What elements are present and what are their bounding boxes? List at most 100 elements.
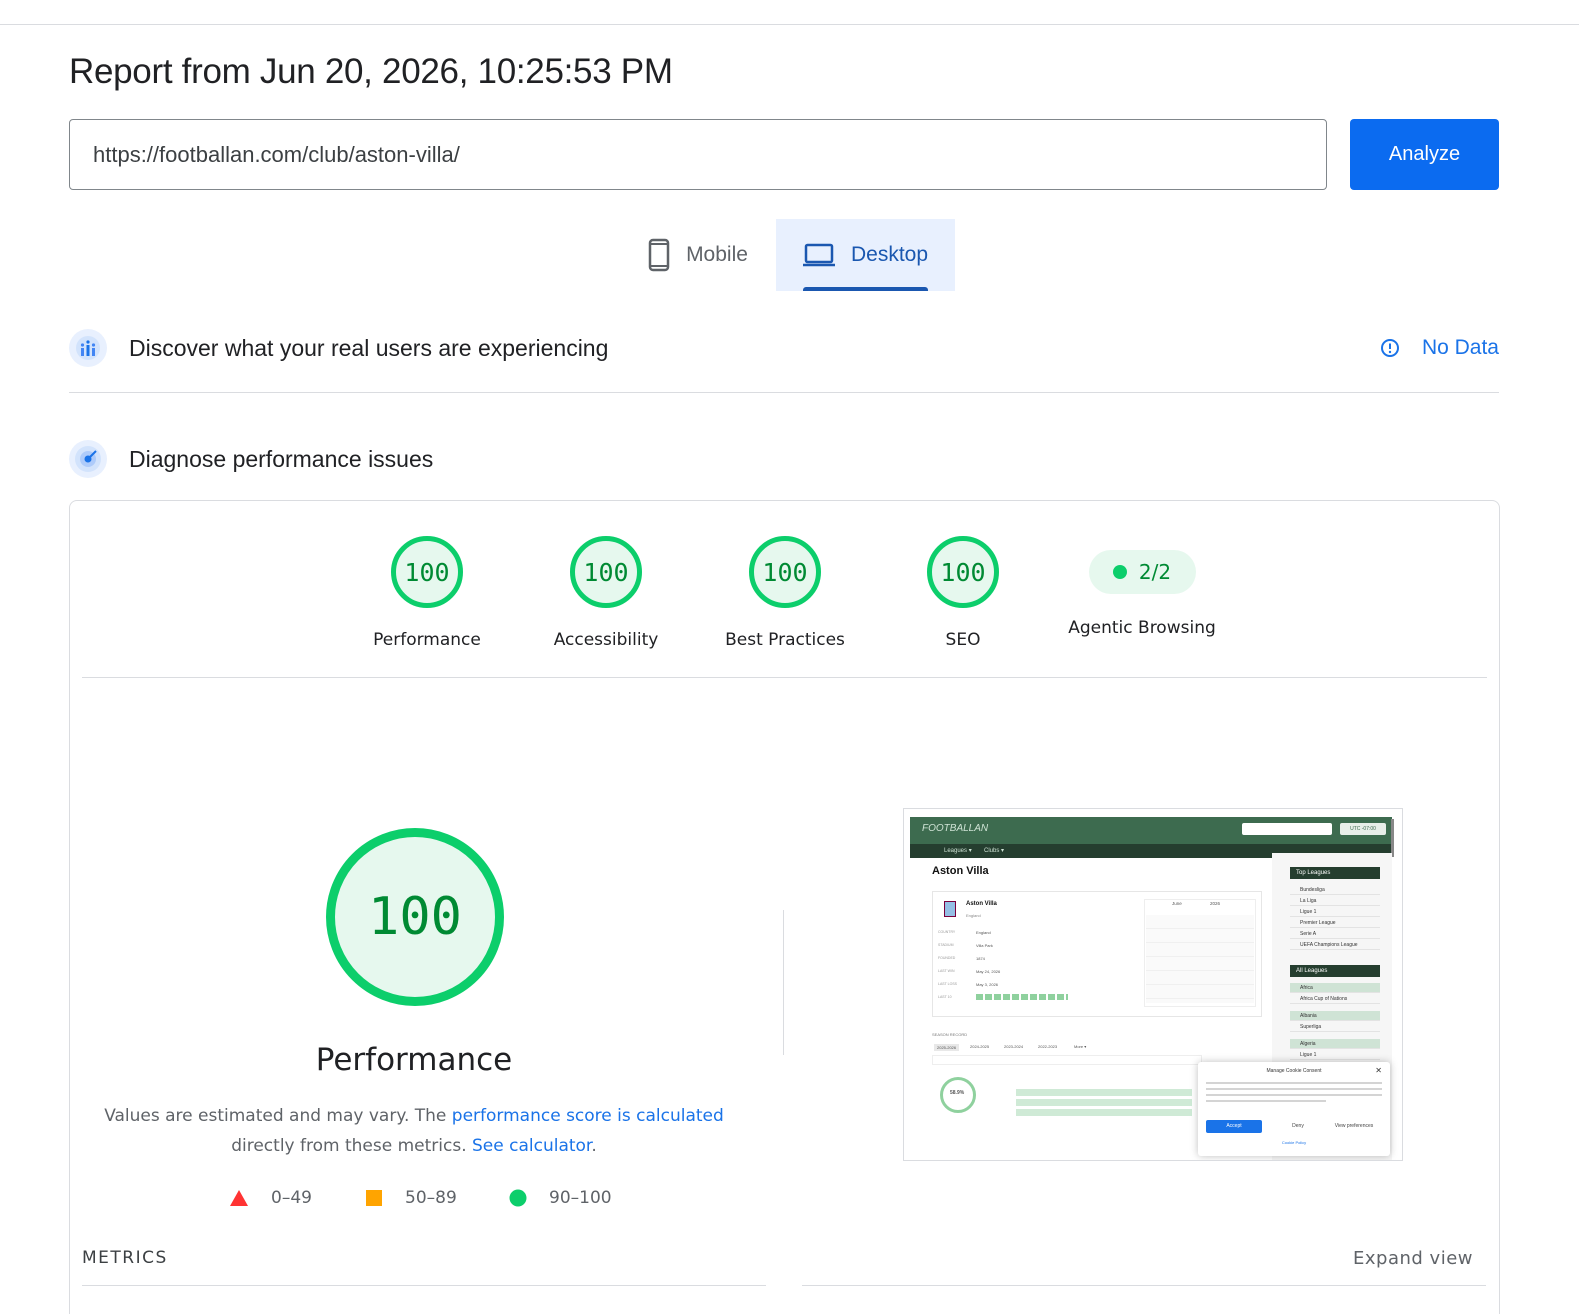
thumb-season-record: SEASON RECORD <box>932 1032 968 1037</box>
thumb-info-value: May 24, 2026 <box>976 969 1001 974</box>
agentic-pill: 2/2 <box>1088 550 1196 594</box>
legend-average: 50–89 <box>365 1188 457 1208</box>
score-gauge-seo[interactable]: 100 SEO <box>873 536 1053 650</box>
thumb-sidebar-item: Algeria <box>1290 1039 1380 1049</box>
thumb-search <box>1242 823 1332 835</box>
diagnose-section: Diagnose performance issues <box>69 439 1499 479</box>
score-value: 100 <box>570 536 642 608</box>
explain-period: . <box>591 1136 597 1156</box>
thumb-sidebar-item: Bundesliga <box>1290 885 1380 895</box>
thumb-form-strip <box>976 994 1068 1000</box>
thumb-cookie-prefs: View preferences <box>1334 1123 1374 1129</box>
thumb-win-pct: 58.9% <box>950 1090 965 1096</box>
legend-range: 90–100 <box>549 1188 612 1208</box>
legend-range: 0–49 <box>271 1188 312 1208</box>
score-label: SEO <box>945 630 981 650</box>
thumb-record-bars <box>1016 1089 1192 1117</box>
triangle-icon <box>230 1190 248 1206</box>
analyze-button[interactable]: Analyze <box>1350 119 1499 190</box>
metrics-heading: METRICS <box>82 1248 168 1268</box>
thumb-cal-month: June <box>1172 901 1182 906</box>
see-calculator-link[interactable]: See calculator <box>472 1136 591 1156</box>
scores-divider <box>82 677 1487 678</box>
top-divider <box>0 24 1579 25</box>
explain-text-2: directly from these metrics. <box>231 1136 472 1156</box>
thumb-sidebar-item: Premier League <box>1290 918 1380 928</box>
thumb-club-crest <box>944 901 956 917</box>
legend-range: 50–89 <box>405 1188 457 1208</box>
thumb-sidebar-item: Africa <box>1290 983 1380 993</box>
thumb-cookie-text-line <box>1206 1094 1382 1096</box>
score-gauge-agentic-browsing[interactable]: 2/2 Agentic Browsing <box>1052 536 1232 638</box>
thumb-info-label: LAST LOSS <box>938 982 958 986</box>
no-data-status[interactable]: No Data <box>1380 336 1499 360</box>
tab-desktop[interactable]: Desktop <box>776 219 955 291</box>
final-screenshot[interactable]: FOOTBALLAN UTC -07:00 Leagues ▾ Clubs ▾ … <box>903 808 1403 1161</box>
thumb-info-value: May 3, 2026 <box>976 982 999 987</box>
thumb-header: FOOTBALLAN UTC -07:00 <box>910 817 1392 844</box>
phone-icon <box>648 238 670 272</box>
thumb-cookie-dialog: Manage Cookie Consent ✕ Accept Deny View… <box>1198 1062 1390 1156</box>
thumb-club-country: England <box>966 913 981 918</box>
thumb-info-label: LAST WIN <box>938 969 955 973</box>
performance-explanation: Values are estimated and may vary. The p… <box>104 1101 724 1161</box>
explain-text: Values are estimated and may vary. The <box>104 1106 452 1126</box>
thumb-cookie-text-line <box>1206 1100 1326 1102</box>
score-value: 100 <box>927 536 999 608</box>
report-title: Report from Jun 20, 2026, 10:25:53 PM <box>69 52 673 91</box>
thumb-sidebar-item: Serie A <box>1290 929 1380 939</box>
thumb-info-label: FOUNDED <box>938 956 956 960</box>
score-label: Performance <box>373 630 481 650</box>
thumb-season-tab: More ▾ <box>1074 1044 1087 1049</box>
score-label: Accessibility <box>553 630 659 650</box>
thumb-logo: FOOTBALLAN <box>922 823 989 834</box>
tab-mobile[interactable]: Mobile <box>620 219 776 291</box>
metrics-divider <box>82 1285 766 1286</box>
legend-fail: 0–49 <box>229 1188 312 1208</box>
thumb-cal-grid <box>1146 915 1254 1003</box>
thumb-info-value: England <box>976 930 991 935</box>
no-data-label: No Data <box>1421 336 1499 359</box>
thumb-nav-item: Leagues ▾ <box>944 848 972 854</box>
square-icon <box>366 1190 382 1206</box>
info-icon <box>1380 339 1399 357</box>
thumb-nav-item: Clubs ▾ <box>984 848 1005 854</box>
expand-view-button[interactable]: Expand view <box>1353 1248 1473 1269</box>
thumb-sidebar-item: Albania <box>1290 1011 1380 1021</box>
thumb-page-title: Aston Villa <box>932 865 989 877</box>
score-value: 100 <box>749 536 821 608</box>
tab-desktop-label: Desktop <box>850 243 929 266</box>
crux-title: Discover what your real users are experi… <box>129 334 609 361</box>
thumb-info-value: Villa Park <box>976 943 993 948</box>
thumb-sidebar-item: Superliga <box>1290 1022 1380 1032</box>
thumb-comp-tabs <box>932 1055 1202 1065</box>
score-value: 100 <box>391 536 463 608</box>
thumb-scrollbar <box>1391 819 1394 857</box>
url-input[interactable] <box>69 119 1327 190</box>
score-gauge-accessibility[interactable]: 100 Accessibility <box>516 536 696 650</box>
thumb-info-value: 1874 <box>976 956 985 961</box>
tab-mobile-label: Mobile <box>686 243 748 266</box>
thumb-season-tab: 2022-2023 <box>1038 1044 1058 1049</box>
tab-selected-indicator <box>803 287 928 291</box>
close-icon: ✕ <box>1375 1066 1382 1075</box>
thumb-sidebar-heading: All Leagues <box>1290 965 1380 977</box>
performance-big-gauge: 100 <box>326 828 504 1006</box>
thumb-cookie-deny: Deny <box>1292 1123 1304 1129</box>
section-divider <box>69 392 1499 393</box>
radar-icon <box>69 440 107 478</box>
agentic-value: 2/2 <box>1138 560 1172 584</box>
thumb-cookie-text-line <box>1206 1088 1382 1090</box>
score-calculated-link[interactable]: performance score is calculated <box>452 1106 724 1126</box>
circle-icon <box>509 1189 527 1207</box>
thumb-cookie-accept: Accept <box>1206 1120 1262 1133</box>
thumb-season-tab: 2024-2025 <box>970 1044 990 1049</box>
score-gauge-performance[interactable]: 100 Performance <box>337 536 517 650</box>
thumb-cookie-text-line <box>1206 1082 1382 1084</box>
score-label: Agentic Browsing <box>1068 618 1216 638</box>
vertical-divider <box>783 910 784 1055</box>
laptop-icon <box>802 243 835 267</box>
diagnose-title: Diagnose performance issues <box>129 445 434 472</box>
score-gauge-best-practices[interactable]: 100 Best Practices <box>695 536 875 650</box>
crux-section: Discover what your real users are experi… <box>69 328 1499 368</box>
